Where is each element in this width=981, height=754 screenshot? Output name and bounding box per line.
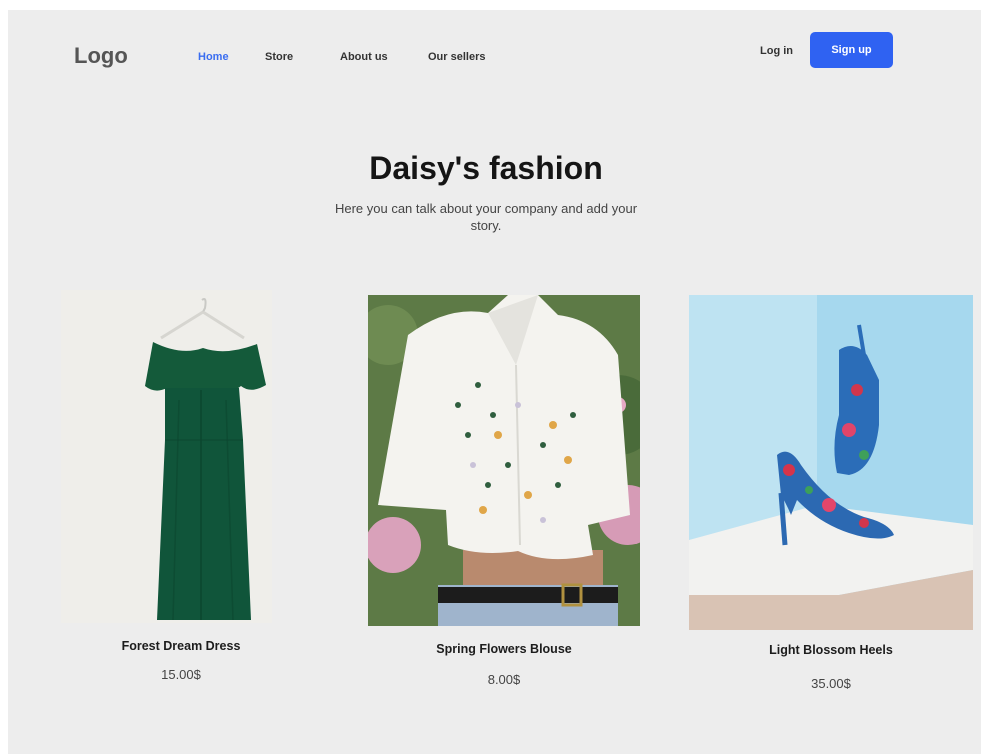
green-dress-image[interactable] xyxy=(61,290,272,623)
product-price: 35.00$ xyxy=(811,676,851,691)
signup-button[interactable]: Sign up xyxy=(810,32,893,68)
logo[interactable]: Logo xyxy=(74,43,128,69)
product-name[interactable]: Spring Flowers Blouse xyxy=(368,642,640,656)
nav-link-about-us[interactable]: About us xyxy=(340,51,388,63)
product-name[interactable]: Forest Dream Dress xyxy=(61,639,301,653)
nav-link-home[interactable]: Home xyxy=(198,51,229,63)
product-price: 8.00$ xyxy=(487,672,521,687)
nav-link-our-sellers[interactable]: Our sellers xyxy=(428,51,485,63)
product-name[interactable]: Light Blossom Heels xyxy=(689,643,973,657)
product-price: 15.00$ xyxy=(161,667,201,682)
blue-floral-heels-image[interactable] xyxy=(689,295,973,630)
floral-blouse-image[interactable] xyxy=(368,295,640,626)
hero-description: Here you can talk about your company and… xyxy=(334,201,638,233)
page: Logo Home Store About us Our sellers Log… xyxy=(8,10,981,754)
nav-link-store[interactable]: Store xyxy=(265,51,293,63)
login-link[interactable]: Log in xyxy=(760,45,793,57)
hero-title: Daisy's fashion xyxy=(369,150,603,186)
